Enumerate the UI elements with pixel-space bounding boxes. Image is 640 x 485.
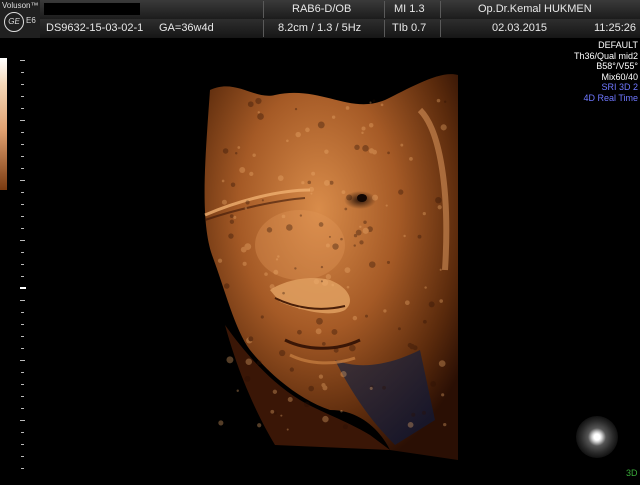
render-viewport xyxy=(0,40,640,480)
model-name: E6 xyxy=(26,16,36,25)
param-preset: DEFAULT xyxy=(598,40,638,50)
redacted-name xyxy=(44,3,140,15)
brand-block: Voluson™ GE E6 xyxy=(0,0,40,38)
brand-name: Voluson™ xyxy=(2,1,39,10)
depth-frequency: 8.2cm / 1.3 / 5Hz xyxy=(278,22,362,34)
gestational-age: GA=36w4d xyxy=(159,22,214,34)
exam-date: 02.03.2015 xyxy=(492,22,548,34)
ge-logo-icon: GE xyxy=(4,12,24,32)
patient-id: DS9632-15-03-02-1 xyxy=(46,22,144,34)
probe-label: RAB6-D/OB xyxy=(292,3,352,15)
param-threshold-quality: Th36/Qual mid2 xyxy=(573,50,638,61)
tib-value: TIb 0.7 xyxy=(392,22,427,34)
operator-name: Op.Dr.Kemal HUKMEN xyxy=(478,3,592,15)
mi-value: MI 1.3 xyxy=(394,3,425,15)
param-mode: 4D Real Time xyxy=(583,92,638,103)
param-angles: B58°/V55° xyxy=(596,61,638,71)
fetal-face-render xyxy=(204,74,458,461)
imaging-parameters: DEFAULT Th36/Qual mid2 B58°/V55° Mix60/4… xyxy=(574,40,638,103)
header-row-2: DS9632-15-03-02-1 GA=36w4d 8.2cm / 1.3 /… xyxy=(0,19,640,39)
param-mix: Mix60/40 xyxy=(601,71,638,82)
exam-time: 11:25:26 xyxy=(594,22,637,34)
mode-3d-label: 3D xyxy=(626,468,638,478)
header-row-1: RAB6-D/OB MI 1.3 Op.Dr.Kemal HUKMEN xyxy=(0,0,640,20)
param-sri: SRI 3D 2 xyxy=(601,82,638,92)
light-direction-icon[interactable] xyxy=(576,416,618,458)
